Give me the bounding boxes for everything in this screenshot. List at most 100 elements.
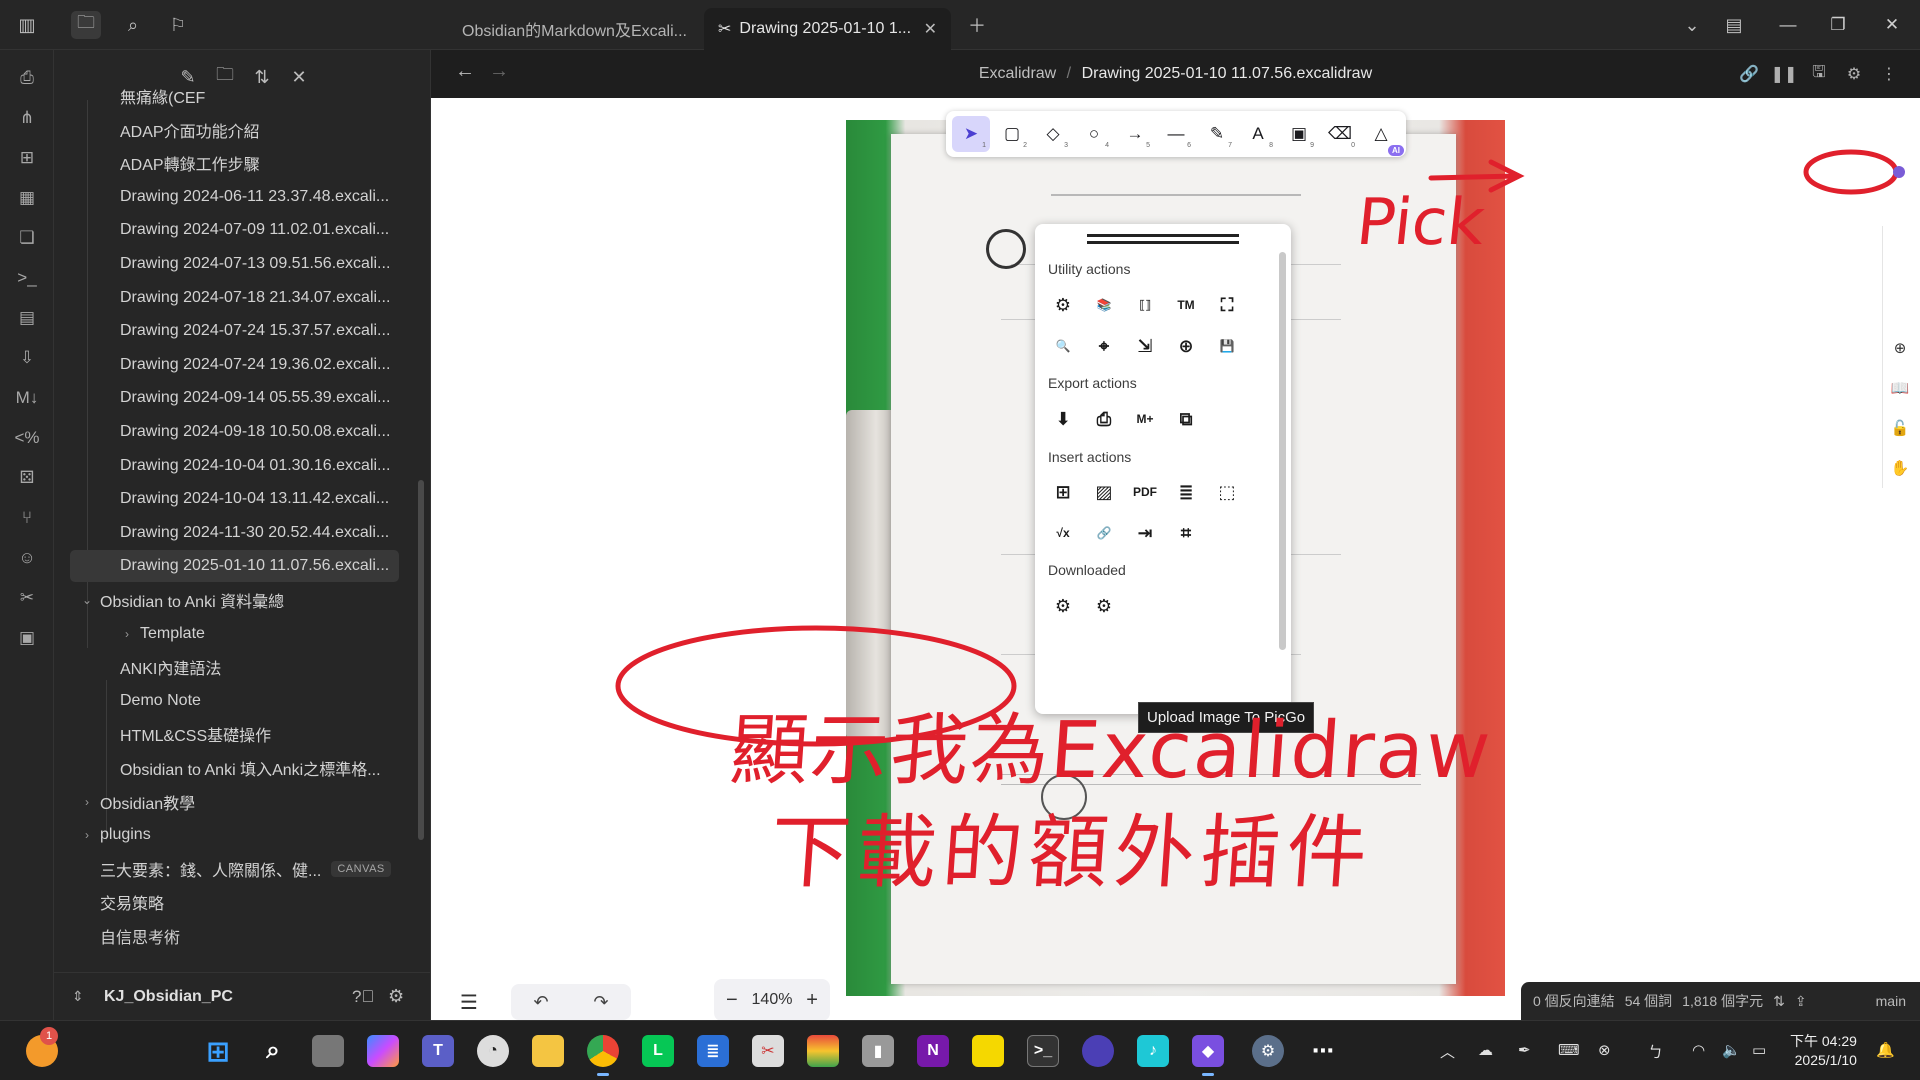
insert-file-icon[interactable]: ⊞ [1045,474,1081,510]
book-open-icon[interactable]: 📖 [1888,376,1912,400]
zoom-in-button[interactable]: + [806,989,818,1012]
onedrive-icon[interactable]: ☁ [1478,1041,1493,1059]
help-icon[interactable]: ?⃝ [352,987,374,1007]
library-icon[interactable]: 📚 [1086,287,1122,323]
line-icon[interactable]: —6 [1157,116,1195,152]
arrow-icon[interactable]: → 5 [1116,116,1154,152]
clock-app-icon[interactable]: ◔ [477,1035,509,1067]
tree-file[interactable]: Drawing 2024-10-04 01.30.16.excali... [54,450,399,482]
trademark-icon[interactable]: TM [1168,287,1204,323]
tree-file[interactable]: HTML&CSS基礎操作 [54,718,399,750]
save-icon[interactable]: 💾 [1209,328,1245,364]
redo-icon[interactable]: ↷ [593,992,608,1013]
ime-icon[interactable]: ㄅ [1648,1041,1663,1062]
export-embed-icon[interactable]: ⧉ [1168,401,1204,437]
breadcrumb-folder[interactable]: Excalidraw [979,65,1056,82]
markdown-icon[interactable]: M+ [1127,401,1163,437]
chevron-down-icon[interactable]: ⌄ [1677,11,1707,39]
import-icon[interactable]: ⇩ [12,343,42,373]
settings-icon[interactable]: ⚙ [1841,61,1867,87]
tree-file[interactable]: Drawing 2024-10-04 13.11.42.excali... [54,483,399,515]
zoom-out-button[interactable]: − [726,989,738,1012]
tree-folder[interactable]: › Obsidian教學 [54,786,399,818]
tree-folder[interactable]: › Template [54,618,399,650]
arc-icon[interactable] [1082,1035,1114,1067]
terminal-icon[interactable]: >_ [1027,1035,1059,1067]
tree-file[interactable]: Drawing 2024-07-09 11.02.01.excali... [54,214,399,246]
export-picture-icon[interactable]: ⎙ [1086,401,1122,437]
anki-icon[interactable]: ▣ [12,623,42,653]
link-icon[interactable]: 🔗 [1086,515,1122,551]
fullscreen-icon[interactable]: ⛶ [1209,287,1245,323]
restore-icon[interactable]: ❐ [1820,10,1856,40]
chrome-icon[interactable] [587,1035,619,1076]
right-sidebar-toggle-icon[interactable]: ▤ [1719,11,1749,39]
notification-bell-icon[interactable]: 🔔 [1876,1041,1895,1059]
tab-drawing[interactable]: ✂ Drawing 2025-01-10 1... ✕ [704,8,951,50]
close-circle-icon[interactable]: ⊗ [1598,1041,1611,1059]
emoji-icon[interactable]: ☺ [12,543,42,573]
battery-icon[interactable]: ▭ [1752,1041,1766,1059]
eraser-icon[interactable]: ⌫ 0 [1321,116,1359,152]
shapes-library-icon[interactable]: △ AI [1362,116,1404,156]
open-file-icon[interactable]: ⇲ [1127,328,1163,364]
more-options-icon[interactable]: ⋮ [1876,61,1902,87]
git-branch[interactable]: main [1876,993,1906,1009]
bookmark-icon[interactable]: ⚐ [163,11,193,39]
pointer-icon[interactable]: ➤ 1 [952,116,990,152]
panel-scrollbar[interactable] [1279,252,1286,650]
close-icon[interactable]: ✕ [914,19,937,39]
file-explorer-icon[interactable] [532,1035,564,1067]
scrollbar[interactable] [418,480,424,840]
lock-icon[interactable]: 🔓 [1888,416,1912,440]
obsidian-icon[interactable]: ◆ [1192,1035,1224,1076]
image-icon[interactable]: ▣ 9 [1280,116,1318,152]
start-icon[interactable]: ⊞ [202,1035,234,1067]
new-file-icon[interactable]: ⊕ [1168,328,1204,364]
tiktok-icon[interactable]: ♪ [1137,1035,1169,1067]
chevron-right-icon[interactable]: › [80,795,94,809]
tree-folder[interactable]: ⌄ Obsidian to Anki 資料彙總 [54,584,399,616]
tree-file[interactable]: 無痛緣(CEF [54,80,399,112]
keyboard-icon[interactable]: ⌨ [1558,1041,1580,1059]
wifi-icon[interactable]: ◠ [1692,1041,1705,1059]
rectangle-icon[interactable]: ▢ 2 [993,116,1031,152]
tree-file[interactable]: Drawing 2024-07-24 15.37.57.excali... [54,315,399,347]
tab-markdown[interactable]: Obsidian的Markdown及Excali... [448,8,704,50]
script-gear-icon[interactable]: ⚙ [1045,588,1081,624]
link-icon[interactable]: 🔗 [1736,61,1762,87]
tree-file[interactable]: 交易策略 [54,886,399,918]
pencil-icon[interactable]: ✎ 7 [1198,116,1236,152]
quick-switch-icon[interactable]: ⎙ [12,63,42,93]
insert-pdf-icon[interactable]: PDF [1127,474,1163,510]
breadcrumb-file[interactable]: Drawing 2025-01-10 11.07.56.excalidraw [1082,65,1373,82]
tree-file[interactable]: ADAP轉錄工作步驟 [54,147,399,179]
insert-image-icon[interactable]: ▨ [1086,474,1122,510]
tree-file[interactable]: Drawing 2024-07-18 21.34.07.excali... [54,282,399,314]
script-gear-2-icon[interactable]: ⚙ [1086,588,1122,624]
window-close-icon[interactable]: ✕ [1874,10,1910,40]
gear-icon[interactable]: ⚙ [388,986,404,1007]
undo-icon[interactable]: ↶ [533,992,548,1013]
settings-app-icon[interactable]: ⚙ [1252,1035,1284,1067]
ellipse-icon[interactable]: ○ 4 [1075,116,1113,152]
task-view-icon[interactable] [312,1035,344,1067]
search-icon[interactable]: ⌕ [118,11,148,39]
chevron-up-icon[interactable]: ︿ [1440,1041,1455,1062]
more-apps-icon[interactable]: ⋯ [1307,1035,1339,1067]
onenote-icon[interactable]: N [917,1035,949,1067]
hand-icon[interactable]: ✋ [1888,456,1912,480]
new-file-icon[interactable]: ⊕ [1888,336,1912,360]
graph-view-icon[interactable]: ⋔ [12,103,42,133]
tree-file[interactable]: Obsidian to Anki 填入Anki之標準格... [54,752,399,784]
tree-file[interactable]: Drawing 2024-07-13 09.51.56.excali... [54,248,399,280]
vault-switcher[interactable]: ⇕ KJ_Obsidian_PC ?⃝ ⚙ [54,972,431,1020]
sticky-notes-icon[interactable] [972,1035,1004,1067]
crop-icon[interactable]: ⌗ [1168,515,1204,551]
copilot-icon[interactable] [367,1035,399,1067]
tree-file[interactable]: 自信思考術 [54,920,399,952]
volume-icon[interactable]: 🔈 [1722,1041,1741,1059]
diamond-icon[interactable]: ◇ 3 [1034,116,1072,152]
search-icon[interactable]: 🔍 [1045,328,1081,364]
tree-file[interactable]: Drawing 2024-09-18 10.50.08.excali... [54,416,399,448]
